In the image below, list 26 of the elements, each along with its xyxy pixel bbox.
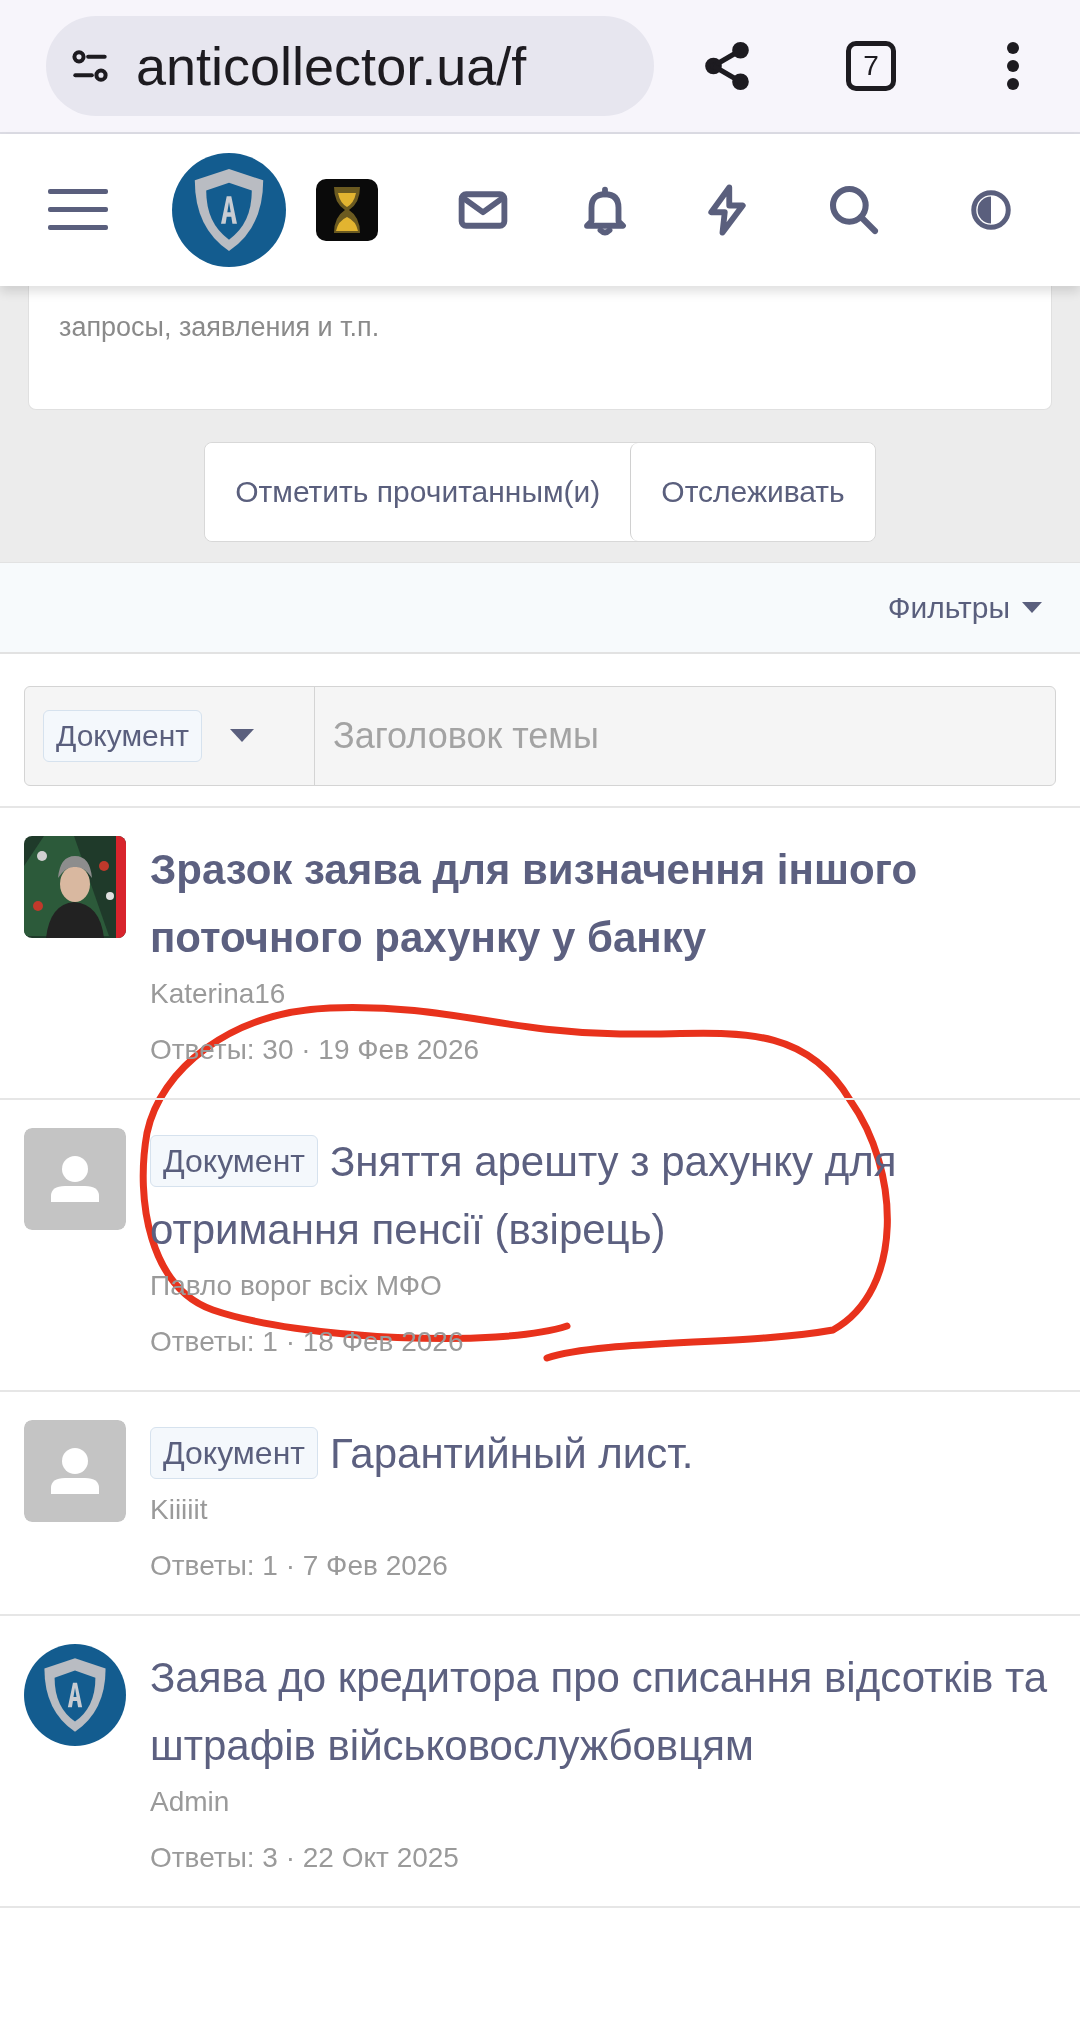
user-placeholder-icon <box>24 1128 126 1230</box>
forum-description: запросы, заявления и т.п. <box>59 312 380 342</box>
thread-title-input[interactable]: Заголовок темы <box>315 687 1055 785</box>
url-text: anticollector.ua/f <box>136 35 527 97</box>
hourglass-icon[interactable] <box>316 179 378 241</box>
address-bar[interactable]: anticollector.ua/f <box>46 16 654 116</box>
thread-meta: Ответы: 1 · 7 Фев 2026 <box>150 1549 448 1583</box>
prefix-tag: Документ <box>150 1135 318 1187</box>
user-placeholder-icon <box>24 1420 126 1522</box>
caret-icon <box>1022 601 1042 614</box>
forum-action-button[interactable]: Отслеживать <box>630 443 875 541</box>
shield-logo-icon <box>172 153 286 267</box>
logo-avatar-icon <box>24 1644 126 1746</box>
caret-icon[interactable] <box>230 729 255 743</box>
more-menu-icon[interactable] <box>1006 41 1020 91</box>
prefix-tag: Документ <box>150 1427 318 1479</box>
prefix-tag: Документ <box>43 710 203 762</box>
filters-button[interactable]: Фильтры <box>887 586 1042 629</box>
contrast-icon[interactable] <box>968 187 1014 233</box>
thread-title-link[interactable]: Заява до кредитора про списання відсотків та штрафів військовослужбовцям <box>150 1644 1050 1780</box>
thread-search-field[interactable]: Документ Заголовок темы <box>24 686 1056 786</box>
thread-title-link[interactable]: Зразок заява для визначення іншого поточного рахунку у банку <box>150 836 1050 972</box>
tab-count[interactable]: 7 <box>846 41 896 91</box>
thread-title-link[interactable]: Документ Гарантийный лист. <box>150 1420 1050 1488</box>
site-logo[interactable] <box>172 153 286 267</box>
thread-meta: Ответы: 3 · 22 Окт 2025 <box>150 1841 459 1875</box>
